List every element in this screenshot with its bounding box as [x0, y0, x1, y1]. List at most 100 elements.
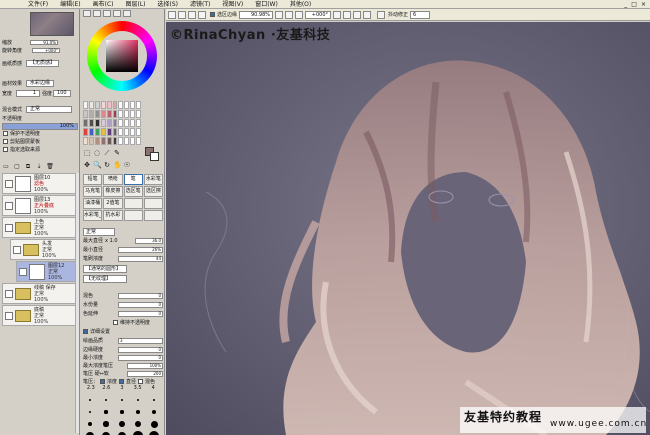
zoom-in-icon[interactable] [285, 10, 294, 19]
size-preset[interactable] [131, 419, 145, 429]
size-preset[interactable] [99, 395, 113, 405]
color-swatch[interactable] [124, 119, 130, 127]
menu-other[interactable]: 其他(O) [284, 0, 317, 9]
color-swatch[interactable] [106, 137, 112, 145]
color-swatch[interactable] [112, 137, 118, 145]
menu-canvas[interactable]: 画布(C) [87, 0, 120, 9]
visibility-icon[interactable] [5, 289, 13, 298]
color-swatch[interactable] [106, 110, 112, 118]
color-swatch[interactable] [118, 128, 124, 136]
keep-opacity-checkbox[interactable] [113, 320, 118, 325]
color-swatch[interactable] [83, 101, 88, 109]
visibility-icon[interactable] [19, 267, 27, 276]
color-swatches[interactable] [83, 101, 141, 145]
navigator-thumbnail[interactable] [30, 12, 74, 36]
menu-filter[interactable]: 滤镜(T) [184, 0, 216, 9]
size-preset[interactable] [99, 419, 113, 429]
max-pressure-slider[interactable]: 100% [127, 362, 163, 369]
color-swatch[interactable] [124, 137, 130, 145]
color-swatch[interactable] [124, 110, 130, 118]
color-wheel-toggle-icon[interactable] [83, 10, 91, 17]
size-preset[interactable] [115, 407, 129, 417]
canvas-zoom-field[interactable]: 90.98% [239, 10, 274, 19]
canvas-angle-field[interactable]: +000° [305, 10, 332, 19]
show-select-icon[interactable] [198, 10, 206, 19]
max-size-slider[interactable]: 36.0 [135, 237, 163, 244]
brush-slot[interactable]: 油漆桶 [83, 198, 103, 209]
size-preset[interactable] [99, 407, 113, 417]
option-selection-source[interactable]: 指定选取来源 [3, 147, 40, 154]
option-protect-opacity[interactable]: 保护不透明度 [3, 131, 40, 138]
color-swatch[interactable] [112, 101, 118, 109]
color-swatch[interactable] [94, 119, 100, 127]
rgb-slider-toggle-icon[interactable] [93, 10, 101, 17]
color-swatch[interactable] [124, 128, 130, 136]
layer-folder[interactable]: 底稿 正常 100% [2, 305, 78, 326]
brush-shape-select[interactable]: 【通常的圆形】 [83, 265, 127, 273]
pressure-blend-checkbox[interactable] [138, 379, 144, 384]
persistence-slider[interactable]: 0 [118, 310, 163, 317]
quality-select[interactable]: 3 [118, 337, 163, 344]
pressure-size-checkbox[interactable] [119, 379, 125, 384]
drawing-canvas[interactable]: ©RinaChyan ·友基科技 友基特约教程 www.ugee.com.cn [166, 22, 650, 435]
hsv-slider-toggle-icon[interactable] [103, 10, 111, 17]
color-swatch[interactable] [88, 137, 94, 145]
rotate-right-icon[interactable] [343, 10, 352, 19]
size-preset[interactable] [147, 407, 161, 417]
pen-icon[interactable]: ✎ [113, 149, 121, 157]
select-edge-checkbox[interactable] [210, 12, 215, 17]
scratchpad-toggle-icon[interactable] [123, 10, 131, 17]
color-swatch[interactable] [106, 119, 112, 127]
color-swatch[interactable] [130, 119, 136, 127]
stabilizer-select[interactable]: 6 [410, 10, 431, 19]
color-swatch[interactable] [136, 119, 141, 127]
layer-folder[interactable]: 头发 正常 100% [10, 239, 78, 260]
density-slider[interactable]: 44 [118, 255, 163, 262]
new-mask-icon[interactable]: ▢ [13, 163, 21, 170]
layer-item[interactable]: 图层13 正片叠底 100% [2, 195, 78, 216]
color-swatch[interactable] [88, 110, 94, 118]
color-wheel[interactable] [87, 21, 157, 91]
color-swatch[interactable] [100, 110, 106, 118]
blend-slider[interactable]: 0 [118, 292, 163, 299]
color-swatch[interactable] [83, 110, 88, 118]
color-swatch[interactable] [100, 101, 106, 109]
layer-folder[interactable]: 上色 正常 100% [2, 217, 78, 238]
deselect-icon[interactable] [178, 10, 186, 19]
pressure-slider[interactable]: 200 [127, 370, 163, 377]
paper-strength-value[interactable]: 100 [53, 89, 71, 97]
rotate-icon[interactable]: ↻ [103, 161, 111, 169]
eyedropper-icon[interactable]: ☉ [123, 161, 131, 169]
swatch-toggle-icon[interactable] [113, 10, 121, 17]
min-density-slider[interactable]: 0 [118, 354, 163, 361]
magic-wand-icon[interactable]: ⟋ [103, 149, 111, 157]
brush-slot[interactable]: 选区擦 [143, 186, 163, 197]
merge-down-icon[interactable]: ⇣ [35, 163, 43, 170]
protect-opacity-checkbox[interactable] [3, 131, 8, 136]
rect-select-icon[interactable]: ⬚ [83, 149, 91, 157]
rotate-reset-icon[interactable] [353, 10, 362, 19]
blend-mode-select[interactable]: 正常 [26, 105, 73, 113]
color-swatch[interactable] [100, 119, 106, 127]
saturation-value-square[interactable] [106, 40, 138, 72]
color-swatch[interactable] [100, 128, 106, 136]
layer-item-selected[interactable]: 图层12 正常 100% [16, 261, 78, 282]
new-layer-icon[interactable]: ▭ [2, 163, 10, 170]
color-swatch[interactable] [130, 110, 136, 118]
zoom-icon[interactable]: 🔍 [93, 161, 102, 169]
background-color[interactable] [150, 152, 159, 161]
brush-slot[interactable]: 水彩笔 [143, 174, 163, 185]
color-swatch[interactable] [130, 128, 136, 136]
size-preset[interactable] [147, 419, 161, 429]
color-swatch[interactable] [112, 119, 118, 127]
delete-layer-icon[interactable]: 🗑 [46, 163, 54, 170]
color-swatch[interactable] [112, 110, 118, 118]
min-size-slider[interactable]: 26% [118, 246, 163, 253]
brush-slot[interactable]: 橡皮擦 [103, 186, 123, 197]
size-preset[interactable] [115, 395, 129, 405]
zoom-out-icon[interactable] [275, 10, 284, 19]
brush-slot[interactable] [143, 198, 163, 209]
brush-slot[interactable]: 2值笔 [103, 198, 123, 209]
brush-slot[interactable]: 抗水彩 [103, 210, 123, 221]
color-swatch[interactable] [100, 137, 106, 145]
